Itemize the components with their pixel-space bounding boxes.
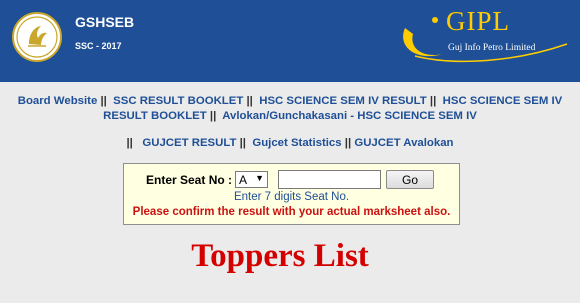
seat-number-hint: Enter 7 digits Seat No. [233,191,350,203]
site-subtitle: SSC - 2017 [75,41,122,51]
board-emblem-icon [16,16,58,58]
seat-number-input[interactable] [278,170,381,189]
nav-separator: || [239,137,246,149]
site-header: GSHSEB SSC - 2017 GIPL Guj Info Petro Li… [0,0,580,82]
link-gujcet-result[interactable]: GUJCET RESULT [142,137,236,149]
seat-series-select[interactable]: A ▼ [235,171,268,188]
nav-separator: || [344,137,352,149]
seat-series-value: A [239,173,248,187]
link-avlokan-gunchakasani[interactable]: Avlokan/Gunchakasani - HSC SCIENCE SEM I… [222,110,477,122]
nav-separator: || [100,95,107,107]
link-hsc-science-sem-iv-result[interactable]: HSC SCIENCE SEM IV RESULT [259,95,427,107]
link-gujcet-statistics[interactable]: Gujcet Statistics [252,137,341,149]
top-nav-links: Board Website || SSC RESULT BOOKLET || H… [0,94,580,124]
nav-separator: || [209,110,217,122]
link-gujcet-avalokan[interactable]: GUJCET Avalokan [354,137,453,149]
go-button[interactable]: Go [386,170,434,189]
gshseb-logo[interactable] [12,12,62,62]
toppers-heading: Toppers List [191,238,369,274]
nav-separator: || [246,95,253,107]
gipl-logo-subtitle: Guj Info Petro Limited [448,43,536,53]
gipl-logo-text[interactable]: GIPL [446,6,510,37]
nav-separator: || [429,95,437,107]
seat-number-form: Enter Seat No : A ▼ Go Enter 7 digits Se… [123,163,460,225]
link-ssc-result-booklet[interactable]: SSC RESULT BOOKLET [113,95,243,107]
site-title: GSHSEB [75,14,135,30]
dropdown-arrow-icon: ▼ [255,173,264,183]
seat-number-label: Enter Seat No : [146,173,233,187]
nav-separator: || [126,137,133,149]
link-board-website[interactable]: Board Website [18,95,98,107]
result-warning: Please confirm the result with your actu… [132,206,451,218]
secondary-nav-links: || GUJCET RESULT || Gujcet Statistics ||… [0,137,580,149]
